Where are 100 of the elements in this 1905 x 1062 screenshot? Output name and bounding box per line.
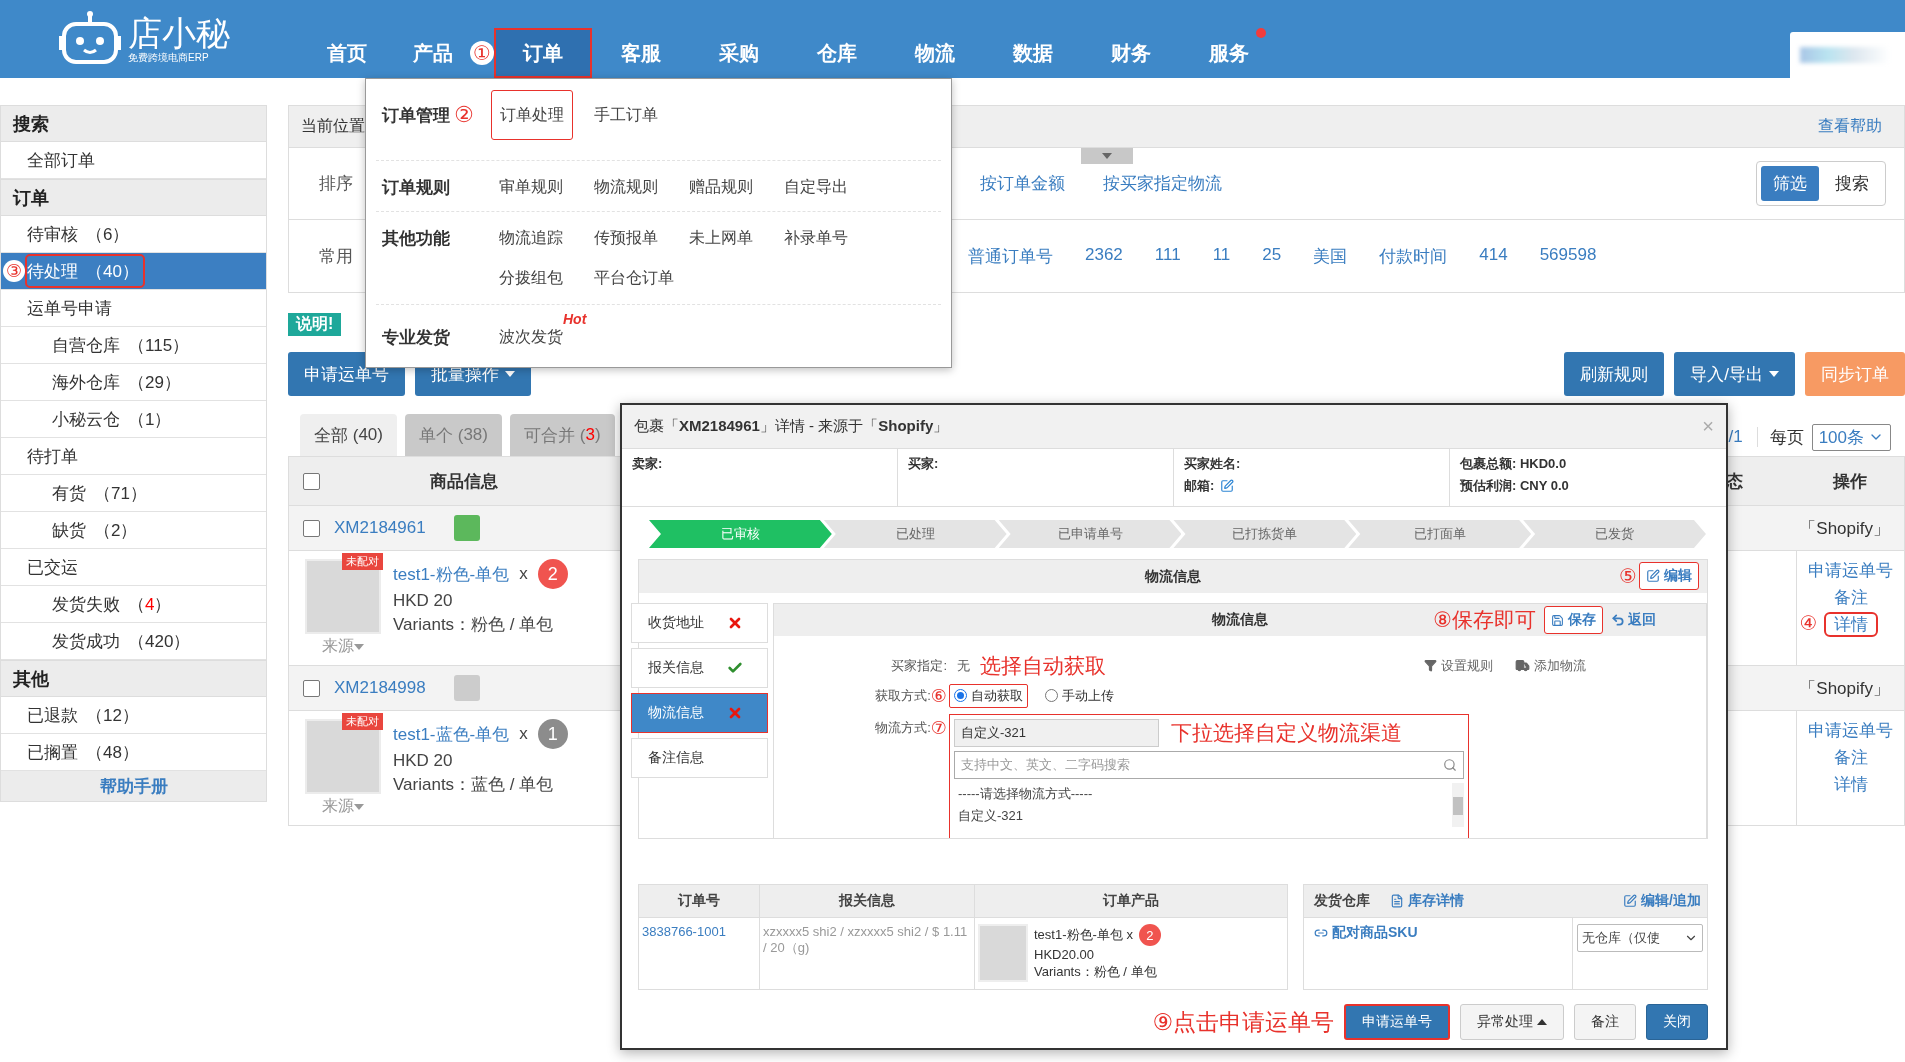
back-link[interactable]: 返回 [1611, 611, 1656, 629]
filter-option[interactable]: 普通订单号 [968, 244, 1053, 268]
action-button[interactable]: 刷新规则 [1564, 352, 1665, 396]
order-number-link[interactable]: XM2184961 [334, 518, 426, 538]
row-action-link[interactable]: 备注 [1825, 587, 1876, 608]
menu-item[interactable]: 审单规则 [491, 167, 571, 207]
help-link[interactable]: 帮助手册 [99, 774, 168, 798]
radio-option[interactable]: 手动上传 [1040, 683, 1119, 708]
column-header: 操作 [1833, 470, 1867, 493]
row-action-link[interactable]: 申请运单号 [1800, 720, 1901, 741]
filter-option[interactable]: 569598 [1539, 244, 1597, 268]
filter-option[interactable]: 11 [1212, 244, 1231, 268]
menu-item[interactable]: 手工订单 [586, 95, 666, 135]
checkbox[interactable] [303, 519, 320, 537]
product-variants: Variants：蓝色 / 单包 [393, 774, 555, 796]
nav-tab[interactable]: 仓库 [788, 28, 886, 78]
product-price: HKD 20 [393, 751, 454, 771]
platform-label: 「Shopify」 [1799, 517, 1890, 540]
menu-item[interactable]: 分拨组包 [491, 258, 571, 298]
dialog-button[interactable]: 备注 [1574, 1004, 1636, 1040]
photo-placeholder [978, 924, 1028, 982]
filter-option[interactable]: 美国 [1313, 244, 1348, 268]
order-number-link[interactable]: 3838766-1001 [642, 924, 726, 939]
row-action-link[interactable]: 申请运单号 [1800, 560, 1901, 581]
order-number-link[interactable]: XM2184998 [334, 678, 426, 698]
section-tab[interactable]: 报关信息 [631, 648, 768, 688]
checkbox[interactable] [303, 472, 320, 490]
pair-sku-link[interactable]: 配对商品SKU [1314, 924, 1562, 942]
search-field[interactable]: 支持中文、英文、二字码搜索 [954, 750, 1464, 779]
mode-button[interactable]: 筛选 [1761, 166, 1819, 201]
cross-icon [727, 705, 743, 721]
progress-step: 已申请单号 [998, 520, 1182, 548]
product-name: test1-粉色-单包 x [1034, 926, 1133, 944]
edit-button[interactable]: 编辑 [1639, 562, 1699, 590]
row-action-link[interactable]: 详情 [1825, 774, 1876, 795]
product-link[interactable]: test1-粉色-单包 [393, 562, 510, 586]
menu-item[interactable]: 平台仓订单 [586, 258, 682, 298]
save-button[interactable]: 保存 [1544, 606, 1603, 634]
section-title: 物流信息 [1145, 567, 1201, 586]
per-page-label: 每页 [1769, 426, 1804, 449]
collapse-toggle[interactable] [1081, 148, 1133, 164]
filter-option[interactable]: 414 [1479, 244, 1508, 268]
filter-option[interactable]: 111 [1154, 244, 1181, 268]
checkbox[interactable] [303, 679, 320, 697]
warehouse-title: 发货仓库 [1314, 892, 1370, 910]
dialog-button[interactable]: 申请运单号 [1344, 1004, 1450, 1040]
nav-tab[interactable]: 财务 [1082, 28, 1180, 78]
scrollbar[interactable] [1452, 782, 1464, 827]
nav-tab[interactable]: 数据 [984, 28, 1082, 78]
menu-item[interactable]: 传预报单 [586, 218, 666, 258]
select-field[interactable]: 自定义-321 [954, 718, 1159, 747]
row-action-link[interactable]: 备注 [1825, 747, 1876, 768]
nav-tab[interactable]: 订单 [494, 28, 592, 78]
help-link[interactable]: 查看帮助 [1818, 116, 1882, 137]
menu-item[interactable]: 赠品规则 [681, 167, 761, 207]
filter-option[interactable]: 25 [1262, 244, 1282, 268]
source-dropdown[interactable]: 来源 [322, 636, 364, 657]
nav-tab[interactable]: 客服 [592, 28, 690, 78]
menu-item[interactable]: 物流追踪 [491, 218, 571, 258]
section-tab[interactable]: 备注信息 [631, 738, 768, 778]
per-page-select[interactable]: 100条 [1811, 423, 1891, 451]
info-field: 包裹总额: HKD0.0 [1460, 455, 1567, 473]
caret-icon [1102, 152, 1112, 160]
edit-link[interactable]: 编辑/追加 [1623, 892, 1701, 910]
nav-tab[interactable]: 物流 [886, 28, 984, 78]
tool-link[interactable]: 设置规则 [1424, 656, 1493, 675]
filter-option[interactable]: 按买家指定物流 [1103, 172, 1222, 195]
dropdown-option[interactable]: 自定义-321 [954, 804, 1452, 827]
nav-tab[interactable]: 首页 [298, 28, 396, 78]
filter-tab[interactable]: 可合并 (3) [510, 414, 615, 456]
dialog-button[interactable]: 关闭 [1646, 1004, 1708, 1040]
nav-tab[interactable]: 采购 [690, 28, 788, 78]
row-action-link[interactable]: 详情 [1825, 614, 1876, 635]
tool-link[interactable]: 添加物流 [1515, 656, 1586, 675]
action-button[interactable]: 导入/导出 [1674, 352, 1795, 396]
radio-option[interactable]: 自动获取 [949, 683, 1028, 708]
nav-tab[interactable]: 服务 [1180, 28, 1278, 78]
section-tab[interactable]: 物流信息 [631, 693, 768, 733]
menu-item[interactable]: 未上网单 [681, 218, 761, 258]
menu-item[interactable]: 自定导出 [776, 167, 856, 207]
mode-button[interactable]: 搜索 [1823, 166, 1881, 201]
dialog-title: 包裹「XM2184961」详情 - 来源于「Shopify」 [634, 417, 949, 436]
menu-item[interactable]: 物流规则 [586, 167, 666, 207]
nav-tab[interactable]: 产品 [396, 28, 470, 78]
dropdown-option[interactable]: -----请选择物流方式----- [954, 782, 1452, 805]
filter-tab[interactable]: 全部 (40) [300, 414, 397, 456]
menu-item[interactable]: 补录单号 [776, 218, 856, 258]
filter-option[interactable]: 付款时间 [1379, 244, 1448, 268]
source-dropdown[interactable]: 来源 [322, 796, 364, 817]
stock-detail-link[interactable]: 库存详情 [1390, 892, 1464, 910]
filter-option[interactable]: 2362 [1085, 244, 1123, 268]
edit-icon[interactable] [1220, 479, 1235, 493]
warehouse-select[interactable]: 无仓库（仅使 [1577, 924, 1703, 952]
section-tab[interactable]: 收货地址 [631, 603, 768, 643]
filter-tab[interactable]: 单个 (38) [405, 414, 502, 456]
step-number: ⑦ [930, 716, 947, 739]
dialog-button[interactable]: 异常处理 [1460, 1004, 1564, 1040]
product-link[interactable]: test1-蓝色-单包 [393, 722, 510, 746]
filter-option[interactable]: 按订单金额 [980, 172, 1065, 195]
menu-item[interactable]: 订单处理 [491, 90, 573, 140]
